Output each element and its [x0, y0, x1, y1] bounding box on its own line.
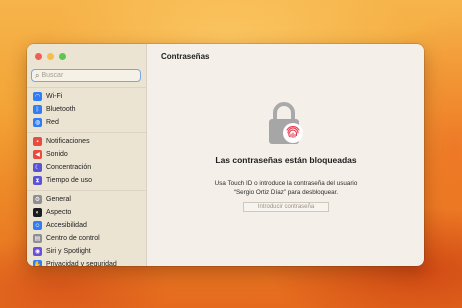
sidebar-item-general[interactable]: ⚙ General: [27, 193, 147, 206]
sidebar-item-label: Notificaciones: [46, 138, 90, 145]
sidebar-item-label: Tiempo de uso: [46, 177, 93, 184]
settings-window: ⌕ ◠ Wi-Fi ᛒ Bluetooth ◍ Red ▪ Notificaciones ◀ So…: [27, 44, 424, 266]
sidebar-item-label: Aspecto: [46, 209, 72, 216]
sidebar-item-privacidad-y-seguridad[interactable]: ✋ Privacidad y seguridad: [27, 258, 147, 266]
sidebar-list: ◠ Wi-Fi ᛒ Bluetooth ◍ Red ▪ Notificaciones ◀ Soni…: [27, 87, 147, 266]
window-controls: [35, 53, 66, 60]
control-center-icon: ▤: [33, 234, 42, 243]
search-icon: ⌕: [35, 70, 40, 80]
wifi-icon: ◠: [33, 92, 42, 101]
password-field[interactable]: Introducir contraseña: [243, 202, 329, 212]
sidebar-item-label: Wi-Fi: [46, 93, 63, 100]
sidebar-item-concentración[interactable]: ☾ Concentración: [27, 161, 147, 174]
accessibility-icon: ☺: [33, 221, 42, 230]
sound-icon: ◀: [33, 150, 42, 159]
sidebar: ⌕ ◠ Wi-Fi ᛒ Bluetooth ◍ Red ▪ Notificaciones ◀ So…: [27, 44, 147, 266]
sidebar-item-notificaciones[interactable]: ▪ Notificaciones: [27, 135, 147, 148]
screen-time-icon: ⧗: [33, 176, 42, 185]
lock-touchid-icon: [266, 100, 306, 146]
sidebar-item-bluetooth[interactable]: ᛒ Bluetooth: [27, 103, 147, 116]
main-pane: Contraseñas Las contraseñas están bloque…: [147, 44, 424, 266]
sidebar-group: ▪ Notificaciones ◀ Sonido ☾ Concentración ⧗ Tie…: [27, 132, 147, 190]
gear-icon: ⚙: [33, 195, 42, 204]
sidebar-item-label: Concentración: [46, 164, 92, 171]
privacy-icon: ✋: [33, 260, 42, 266]
siri-icon: ◉: [33, 247, 42, 256]
sidebar-item-tiempo-de-uso[interactable]: ⧗ Tiempo de uso: [27, 174, 147, 187]
sidebar-group: ⚙ General ◐ Aspecto ☺ Accesibilidad ▤ Centro de…: [27, 190, 147, 266]
sidebar-item-label: Bluetooth: [46, 106, 76, 113]
sidebar-item-centro-de-control[interactable]: ▤ Centro de control: [27, 232, 147, 245]
zoom-button[interactable]: [59, 53, 66, 60]
search-field[interactable]: ⌕: [31, 69, 141, 82]
sidebar-item-wi-fi[interactable]: ◠ Wi-Fi: [27, 90, 147, 103]
sidebar-item-label: Privacidad y seguridad: [46, 261, 117, 266]
minimize-button[interactable]: [47, 53, 54, 60]
sidebar-item-aspecto[interactable]: ◐ Aspecto: [27, 206, 147, 219]
network-icon: ◍: [33, 118, 42, 127]
focus-icon: ☾: [33, 163, 42, 172]
locked-heading: Las contraseñas están bloqueadas: [215, 155, 357, 165]
sidebar-item-label: Accesibilidad: [46, 222, 87, 229]
close-button[interactable]: [35, 53, 42, 60]
sidebar-item-sonido[interactable]: ◀ Sonido: [27, 148, 147, 161]
sidebar-item-label: Centro de control: [46, 235, 100, 242]
sidebar-item-label: Red: [46, 119, 59, 126]
sidebar-item-label: Sonido: [46, 151, 68, 158]
notifications-icon: ▪: [33, 137, 42, 146]
sidebar-item-red[interactable]: ◍ Red: [27, 116, 147, 129]
unlock-description: Usa Touch ID o introduce la contraseña d…: [214, 180, 358, 196]
sidebar-group: ◠ Wi-Fi ᛒ Bluetooth ◍ Red: [27, 87, 147, 132]
sidebar-item-label: Siri y Spotlight: [46, 248, 91, 255]
sidebar-item-label: General: [46, 196, 71, 203]
sidebar-item-siri-y-spotlight[interactable]: ◉ Siri y Spotlight: [27, 245, 147, 258]
appearance-icon: ◐: [33, 208, 42, 217]
bluetooth-icon: ᛒ: [33, 105, 42, 114]
sidebar-item-accesibilidad[interactable]: ☺ Accesibilidad: [27, 219, 147, 232]
page-title: Contraseñas: [161, 52, 210, 61]
search-input[interactable]: [41, 72, 132, 79]
